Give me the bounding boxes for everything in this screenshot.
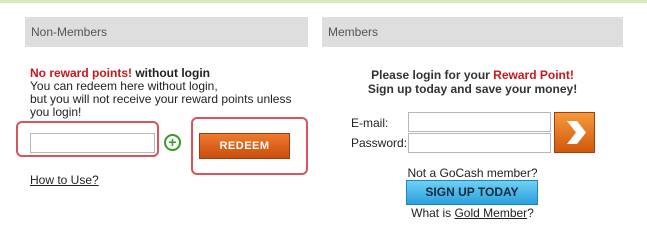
password-field[interactable] <box>408 133 551 153</box>
redeem-code-input[interactable] <box>30 133 155 153</box>
email-field[interactable] <box>408 112 551 132</box>
no-reward-highlight: No reward points! <box>30 66 133 80</box>
members-header: Members <box>322 17 623 47</box>
gold-member-line: What is Gold Member? <box>322 206 623 220</box>
no-reward-suffix: without login <box>132 66 210 80</box>
login-prompt: Please login for your Reward Point! <box>322 68 623 82</box>
plus-circle-icon: + <box>164 134 181 151</box>
not-member-text: Not a GoCash member? <box>407 166 538 180</box>
reward-point-highlight: Reward Point! <box>493 68 574 82</box>
email-label: E-mail: <box>351 116 389 130</box>
non-members-header: Non-Members <box>25 17 308 47</box>
password-label: Password: <box>351 136 408 150</box>
login-prompt-text: Please login for your <box>371 68 494 82</box>
gold-member-link[interactable]: Gold Member <box>454 206 527 220</box>
non-members-description: You can redeem here without login, but y… <box>30 80 310 119</box>
chevron-right-icon <box>567 121 586 144</box>
login-go-button[interactable] <box>554 112 595 153</box>
gold-suffix: ? <box>527 206 534 220</box>
how-to-use-link[interactable]: How to Use? <box>30 173 99 187</box>
gold-prefix: What is <box>411 206 455 220</box>
top-accent-line <box>0 0 647 3</box>
signup-subtitle: Sign up today and save your money! <box>367 82 578 96</box>
redeem-button[interactable]: REDEEM <box>199 133 290 159</box>
sign-up-button[interactable]: SIGN UP TODAY <box>406 180 538 205</box>
no-reward-notice: No reward points! without login <box>30 66 210 80</box>
